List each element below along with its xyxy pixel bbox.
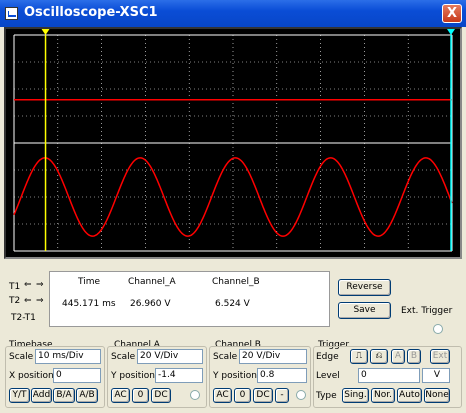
ext-trigger-label: Ext. Trigger [401, 306, 453, 316]
timebase-scale-label: Scale [9, 352, 34, 362]
header-time: Time [78, 277, 101, 287]
t1-right-arrow-icon[interactable]: ⇒ [36, 280, 44, 290]
readout-channel-a: 26.960 V [130, 299, 171, 309]
trigger-level-unit[interactable]: V [422, 368, 450, 383]
x-position-field[interactable]: 0 [53, 368, 101, 383]
cursor-t1-marker [41, 29, 50, 35]
trigger-level-field[interactable]: 0 [358, 368, 420, 383]
t2-left-arrow-icon[interactable]: ⇐ [24, 296, 32, 306]
channel-a-ypos-field[interactable]: -1.4 [155, 368, 203, 383]
trigger-level-label: Level [316, 371, 340, 381]
oscilloscope-icon [5, 7, 18, 20]
t2-label: T2 [9, 296, 21, 306]
readout-time: 445.171 ms [62, 299, 116, 309]
t2-right-arrow-icon[interactable]: ⇒ [36, 296, 44, 306]
channel-b-ac-button[interactable]: AC [213, 388, 232, 403]
channel-b-zero-button[interactable]: 0 [234, 388, 251, 403]
cursor-t2-marker [447, 29, 455, 35]
trigger-b-button[interactable]: B [407, 349, 421, 364]
title-bar[interactable]: Oscilloscope-XSC1 X [0, 0, 466, 27]
channel-a-zero-button[interactable]: 0 [132, 388, 149, 403]
mode-ba-button[interactable]: B/A [53, 388, 75, 403]
trigger-a-button[interactable]: A [391, 349, 405, 364]
channel-b-scale-field[interactable]: 20 V/Div [239, 349, 307, 364]
trigger-auto-button[interactable]: Auto [397, 388, 422, 403]
reverse-button[interactable]: Reverse [338, 279, 391, 296]
mode-ab-button[interactable]: A/B [76, 388, 98, 403]
trigger-single-button[interactable]: Sing. [342, 388, 369, 403]
channel-b-ypos-label: Y position [213, 371, 258, 381]
close-button[interactable]: X [442, 4, 462, 23]
readout-channel-b: 6.524 V [215, 299, 250, 309]
trigger-type-label: Type [316, 391, 337, 401]
header-channel-a: Channel_A [128, 277, 176, 287]
rising-edge-icon[interactable]: ⎍ [350, 349, 368, 364]
waveform-plot [13, 29, 455, 252]
mode-add-button[interactable]: Add [31, 388, 52, 403]
channel-a-ac-button[interactable]: AC [111, 388, 130, 403]
timebase-scale-field[interactable]: 10 ms/Div [35, 349, 101, 364]
channel-a-radio[interactable] [190, 390, 200, 400]
save-button[interactable]: Save [338, 302, 391, 319]
channel-b-invert-button[interactable]: - [275, 388, 289, 403]
channel-a-dc-button[interactable]: DC [151, 388, 171, 403]
window-title: Oscilloscope-XSC1 [24, 5, 158, 20]
channel-b-ypos-field[interactable]: 0.8 [257, 368, 307, 383]
trigger-normal-button[interactable]: Nor. [371, 388, 395, 403]
cursor-readout-table: Time Channel_A Channel_B 445.171 ms 26.9… [49, 271, 330, 327]
ext-trigger-radio[interactable] [433, 324, 443, 334]
t1-label: T1 [9, 282, 21, 292]
channel-b-dc-button[interactable]: DC [253, 388, 273, 403]
falling-edge-icon[interactable]: ⎌ [370, 349, 388, 364]
channel-a-scale-field[interactable]: 20 V/Div [137, 349, 203, 364]
trigger-edge-label: Edge [316, 352, 339, 362]
oscilloscope-display [4, 27, 462, 259]
channel-b-radio[interactable] [296, 390, 306, 400]
t1-left-arrow-icon[interactable]: ⇐ [24, 280, 32, 290]
trigger-none-button[interactable]: None [424, 388, 450, 403]
oscilloscope-window: Oscilloscope-XSC1 X T1 ⇐ ⇒ T2 ⇐ ⇒ T2-T1 … [0, 0, 466, 413]
channel-a-scale-label: Scale [111, 352, 136, 362]
channel-b-scale-label: Scale [213, 352, 238, 362]
trigger-ext-button[interactable]: Ext [430, 349, 450, 364]
header-channel-b: Channel_B [212, 277, 260, 287]
mode-yt-button[interactable]: Y/T [9, 388, 30, 403]
channel-a-ypos-label: Y position [111, 371, 156, 381]
x-position-label: X position [9, 371, 54, 381]
t2-t1-label: T2-T1 [11, 313, 36, 323]
